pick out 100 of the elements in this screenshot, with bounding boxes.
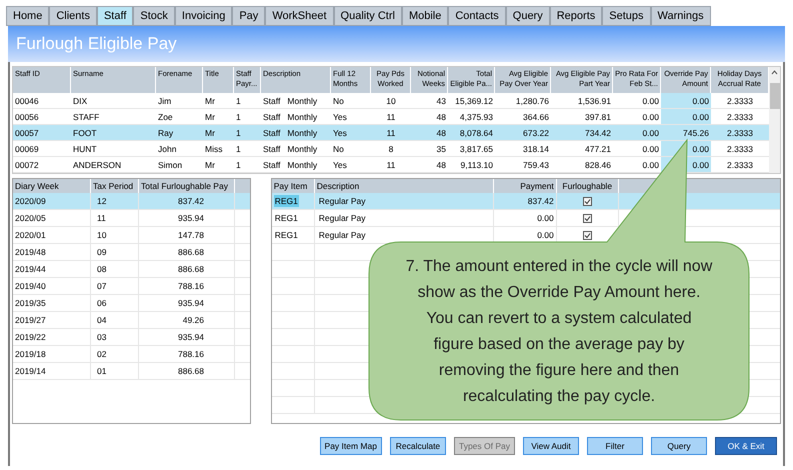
checkbox[interactable] (582, 196, 592, 206)
table-cell-text: Mr (204, 159, 216, 172)
table-cell-text: 2.3333 (726, 143, 754, 156)
table-cell-text: 1,280.76 (514, 95, 550, 108)
table-cell-text: 1 (235, 127, 242, 140)
table-row[interactable]: 2020/05 11 935.94 (13, 210, 250, 227)
table-row[interactable]: 2019/14 01 886.68 (13, 363, 250, 380)
table-cell-text: 477.21 (584, 143, 612, 156)
table-cell-text: John (157, 143, 178, 156)
table-cell-text: 828.46 (584, 159, 612, 172)
table-cell-text: 8 (388, 143, 394, 156)
scrollbar[interactable] (769, 67, 780, 173)
table-row[interactable]: 2019/18 02 788.16 (13, 346, 250, 363)
nav-tab[interactable]: WorkSheet (265, 6, 334, 26)
table-cell: 935.94 (139, 295, 235, 311)
table-row[interactable]: 2019/40 07 788.16 (13, 278, 250, 295)
table-cell: 837.42 (494, 193, 557, 209)
nav-tab[interactable]: Warnings (650, 6, 711, 26)
table-row[interactable]: 2020/09 12 837.42 (13, 193, 250, 210)
nav-tab[interactable]: Query (506, 6, 550, 26)
table-cell: 2020/09 (13, 193, 91, 209)
nav-tab[interactable]: Contacts (448, 6, 506, 26)
table-row[interactable]: 2019/44 08 886.68 (13, 261, 250, 278)
table-row[interactable]: 2019/27 04 49.26 (13, 312, 250, 329)
nav-tab[interactable]: Staff (96, 6, 134, 26)
table-cell-text: 2.3333 (726, 111, 754, 124)
action-button[interactable]: Pay Item Map (320, 437, 382, 455)
table-cell: REG1 (274, 194, 299, 208)
nav-tab[interactable]: Home (6, 6, 50, 26)
table-cell: 886.68 (139, 244, 235, 260)
table-cell-text: 2.3333 (726, 127, 754, 140)
table-cell-text: 1 (235, 143, 242, 156)
table-cell-text: 2.3333 (726, 95, 754, 108)
table-row[interactable]: 00056 STAFF Zoe Mr 1 Staff Monthly Yes 11 48 4,375.93 364.66 397.81 0.00 0.00 2.3333 (13, 109, 769, 125)
checkbox[interactable] (582, 214, 592, 222)
table-cell-text: Yes (332, 127, 348, 140)
table-cell-text: Miss (204, 143, 224, 156)
table-row[interactable]: 00072 ANDERSON Simon Mr 1 Staff Monthly Yes 11 48 9,113.10 759.43 828.46 0.00 0.00 2.3333 (13, 157, 769, 173)
table-cell-text: 1 (235, 111, 242, 124)
table-cell: 12 (91, 193, 139, 209)
table-cell: 0.00 (661, 93, 711, 108)
table-cell-text: 1 (235, 95, 242, 108)
table-cell: 2020/01 (13, 227, 91, 243)
table-cell-text: Zoe (157, 111, 174, 124)
scrollbar-thumb[interactable] (770, 83, 780, 109)
callout-text: 7. The amount entered in the cycle will now show as the Override Pay Amount here. You can revert to a system calculated figure based on the average pay by removing the figure here and then recalculating the pay cycle. (405, 257, 713, 407)
table-row[interactable]: 00046 DIX Jim Mr 1 Staff Monthly No 10 43 15,369.12 1,280.76 1,536.91 0.00 0.00 2.3333 (13, 93, 769, 109)
table-cell-text: 48 (436, 127, 447, 140)
table-cell-text: Ray (157, 127, 174, 140)
action-button[interactable]: Recalculate (390, 437, 446, 455)
scroll-up-icon[interactable] (771, 70, 778, 75)
table-cell: 788.16 (139, 346, 235, 362)
table-cell: 2019/44 (13, 261, 91, 277)
nav-tab[interactable]: Mobile (402, 6, 448, 26)
table-cell-text: 4,375.93 (458, 111, 494, 124)
table-cell-text: STAFF (72, 111, 100, 124)
check-icon (584, 214, 591, 222)
nav-tab[interactable]: Reports (550, 6, 602, 26)
table-cell-text: 11 (386, 127, 396, 140)
table-cell-text: 1,536.91 (576, 95, 612, 108)
nav-tab[interactable]: Invoicing (174, 6, 232, 26)
table-cell-text: 673.22 (522, 127, 550, 140)
table-cell: 886.68 (139, 261, 235, 277)
table-cell: 10 (91, 227, 139, 243)
table-cell-text: ANDERSON (72, 159, 122, 172)
table-cell-text: 759.43 (522, 159, 550, 172)
table-row[interactable]: 00057 FOOT Ray Mr 1 Staff Monthly Yes 11 48 8,078.64 673.22 734.42 0.00 745.26 2.3333 (13, 125, 769, 141)
nav-tab[interactable]: Setups (602, 6, 651, 26)
table-cell-text: 364.66 (522, 111, 550, 124)
table-row[interactable]: 2019/48 09 886.68 (13, 244, 250, 261)
table-cell-text: DIX (72, 95, 88, 108)
table-cell-text: 00057 (14, 127, 40, 140)
table-row[interactable]: 00069 HUNT John Miss 1 Staff Monthly No 8 35 3,817.65 318.14 477.21 0.00 0.00 2.3333 (13, 141, 769, 157)
check-icon (584, 198, 591, 204)
table-row[interactable]: 2019/22 03 935.94 (13, 329, 250, 346)
action-button[interactable]: OK & Exit (715, 437, 777, 455)
check-icon (584, 232, 591, 238)
table-cell-text: 0.00 (641, 159, 660, 172)
checkbox[interactable] (582, 230, 592, 240)
table-row[interactable]: REG1 Regular Pay 837.42 (272, 193, 780, 210)
action-button[interactable]: Query (651, 437, 707, 455)
nav-tab[interactable]: Clients (49, 6, 97, 26)
table-row[interactable]: 2020/01 10 147.78 (13, 227, 250, 244)
table-cell-text: Mr (204, 95, 216, 108)
action-button[interactable]: Filter (587, 437, 643, 455)
table-cell-text: 3,817.65 (458, 143, 494, 156)
nav-tab[interactable]: Quality Ctrl (334, 6, 402, 26)
table-cell: 49.26 (139, 312, 235, 328)
table-cell-text: 43 (436, 95, 447, 108)
table-cell: 935.94 (139, 329, 235, 345)
table-cell-text: 48 (436, 111, 447, 124)
table-row[interactable]: 2019/35 06 935.94 (13, 295, 250, 312)
nav-tab[interactable]: Stock (133, 6, 175, 26)
nav-tab[interactable]: Pay (232, 6, 266, 26)
table-cell-text: HUNT (72, 143, 98, 156)
action-button[interactable]: View Audit (523, 437, 579, 455)
table-cell-text: 8,078.64 (458, 127, 494, 140)
table-cell: 2019/40 (13, 278, 91, 294)
table-cell: 01 (91, 363, 139, 379)
table-cell: 886.68 (139, 363, 235, 379)
